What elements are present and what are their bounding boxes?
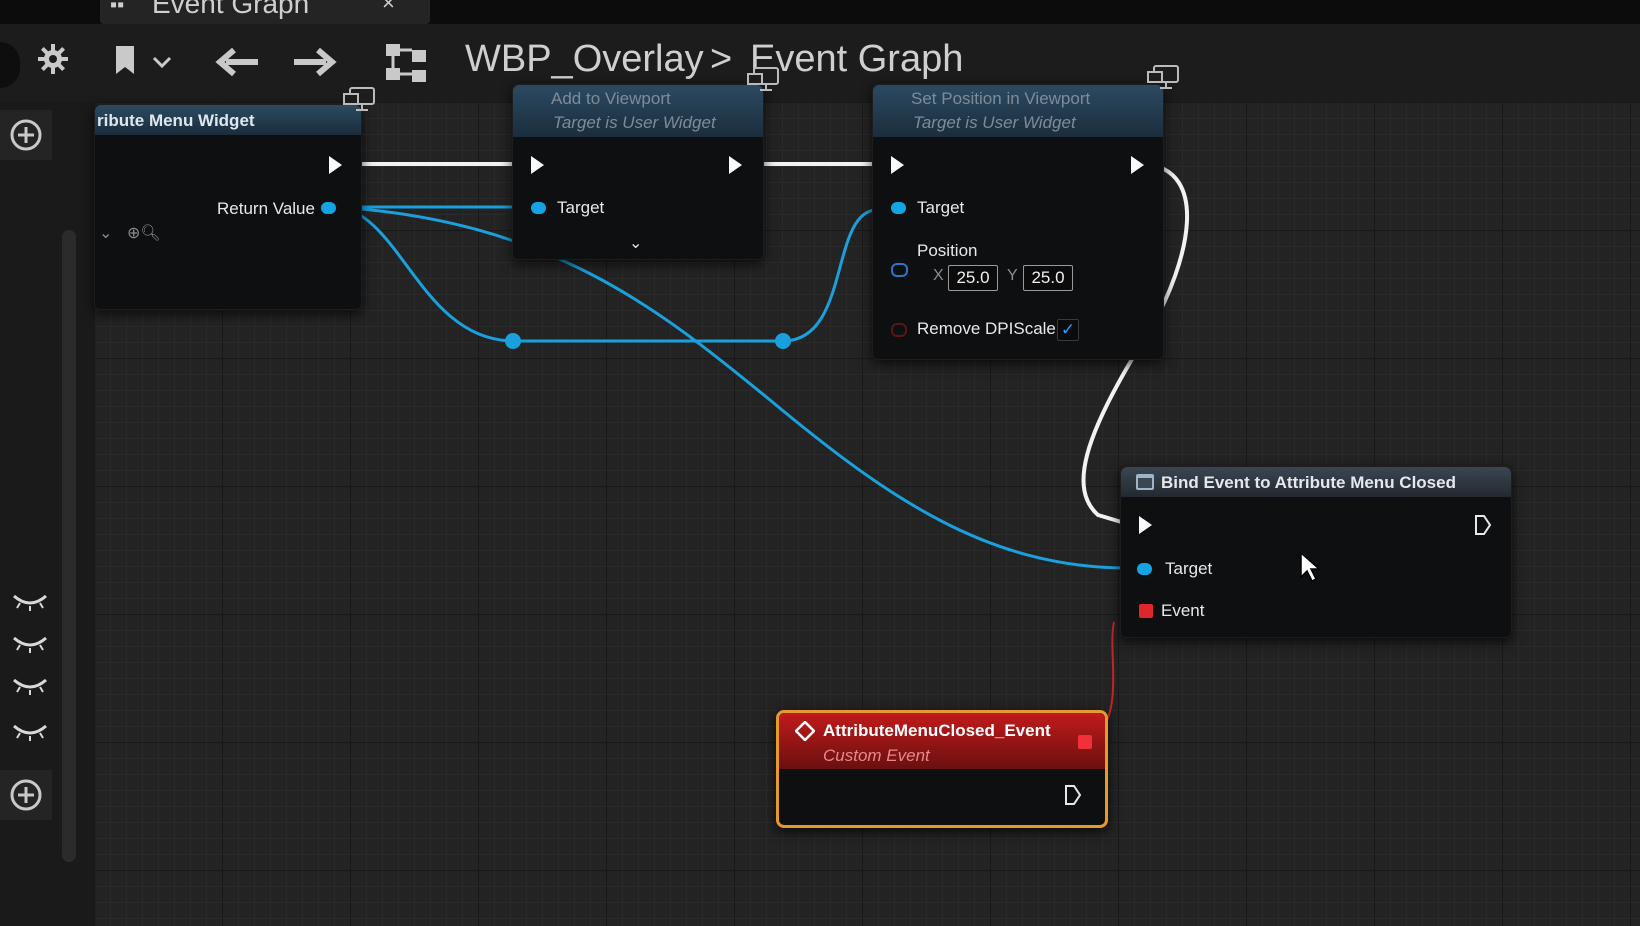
graph-hierarchy-icon[interactable] — [380, 40, 434, 84]
zoom-icon: ⊕🔍︎ — [127, 225, 161, 242]
target-label: Target — [1165, 559, 1213, 578]
event-dispatcher-icon — [1136, 474, 1154, 490]
toolbar-left-cap — [0, 42, 20, 88]
node-title: AttributeMenuClosed_Event — [823, 721, 1051, 740]
custom-event-node[interactable]: AttributeMenuClosed_Event Custom Event — [776, 710, 1108, 828]
add-event-dispatcher-button[interactable] — [0, 770, 52, 820]
node-subtitle: Custom Event — [823, 746, 930, 765]
target-pin[interactable] — [891, 202, 906, 214]
bookmark-button[interactable] — [108, 40, 178, 80]
mouse-cursor-icon — [1300, 551, 1321, 583]
remove-dpi-pin[interactable] — [891, 323, 907, 337]
monitor-icon — [343, 87, 375, 111]
tab-bar: ▪▪ Event Graph × — [0, 0, 1640, 24]
create-widget-node[interactable]: ribute Menu Widget Return Value ⌄ ⊕🔍︎ — [94, 104, 362, 310]
node-title: Bind Event to Attribute Menu Closed — [1161, 473, 1456, 492]
left-panel-scrollbar[interactable] — [62, 230, 76, 862]
plus-circle-icon — [10, 779, 42, 811]
target-pin[interactable] — [1137, 563, 1152, 575]
delegate-out-pin[interactable] — [1078, 735, 1092, 749]
tab-event-graph[interactable]: ▪▪ Event Graph × — [100, 0, 430, 24]
left-side-panel — [0, 102, 94, 926]
target-label: Target — [557, 198, 605, 217]
node-title: Set Position in Viewport — [911, 89, 1091, 108]
monitor-icon — [747, 67, 779, 91]
close-icon[interactable]: × — [382, 0, 395, 16]
exec-out-pin[interactable] — [1131, 156, 1144, 174]
breadcrumb-separator: > — [710, 38, 733, 80]
position-pin[interactable] — [891, 263, 908, 277]
gear-icon[interactable] — [32, 38, 74, 80]
graph-tab-icon: ▪▪ — [110, 0, 125, 16]
exec-in-pin[interactable] — [1139, 516, 1152, 534]
arrow-left-icon[interactable] — [212, 42, 262, 82]
exec-out-pin[interactable] — [1063, 783, 1083, 807]
exec-out-pin[interactable] — [329, 156, 342, 174]
eye-closed-icon[interactable] — [12, 676, 48, 696]
exec-out-pin[interactable] — [729, 156, 742, 174]
chevron-down-icon[interactable]: ⌄ — [99, 223, 112, 243]
plus-circle-icon — [10, 119, 42, 151]
x-label: X — [933, 267, 944, 284]
remove-dpi-checkbox[interactable]: ✓ — [1057, 319, 1079, 341]
event-diamond-icon — [795, 721, 815, 741]
target-label: Target — [917, 198, 965, 217]
node-subtitle: Target is User Widget — [553, 113, 716, 132]
add-variable-button[interactable] — [0, 110, 52, 160]
position-y-field[interactable]: 25.0 — [1023, 265, 1073, 291]
arrow-right-icon[interactable] — [290, 42, 340, 82]
exec-in-pin[interactable] — [531, 156, 544, 174]
breadcrumb-parent[interactable]: WBP_Overlay — [465, 38, 704, 81]
monitor-icon — [1147, 65, 1179, 89]
event-label: Event — [1161, 601, 1205, 620]
exec-out-pin[interactable] — [1473, 513, 1493, 537]
node-subtitle: Target is User Widget — [913, 113, 1076, 132]
target-pin[interactable] — [531, 202, 546, 214]
position-x-field[interactable]: 25.0 — [948, 265, 998, 291]
blueprint-editor: ▪▪ Event Graph × WBP_Overlay > Event Gra… — [0, 0, 1640, 926]
position-label: Position — [917, 241, 978, 260]
set-position-in-viewport-node[interactable]: Set Position in Viewport Target is User … — [872, 84, 1164, 360]
breadcrumb-current: Event Graph — [750, 38, 964, 80]
eye-closed-icon[interactable] — [12, 722, 48, 742]
remove-dpi-label: Remove DPIScale — [917, 319, 1056, 338]
add-to-viewport-node[interactable]: Add to Viewport Target is User Widget Ta… — [512, 84, 764, 260]
tab-label: Event Graph — [152, 0, 310, 19]
node-title: ribute Menu Widget — [97, 111, 255, 130]
eye-closed-icon[interactable] — [12, 592, 48, 612]
return-value-pin[interactable] — [321, 202, 336, 214]
return-value-label: Return Value — [217, 199, 315, 218]
eye-closed-icon[interactable] — [12, 634, 48, 654]
node-title: Add to Viewport — [551, 89, 671, 108]
exec-in-pin[interactable] — [891, 156, 904, 174]
y-label: Y — [1007, 267, 1018, 284]
chevron-down-icon[interactable]: ⌄ — [629, 233, 642, 253]
event-pin[interactable] — [1139, 604, 1153, 618]
